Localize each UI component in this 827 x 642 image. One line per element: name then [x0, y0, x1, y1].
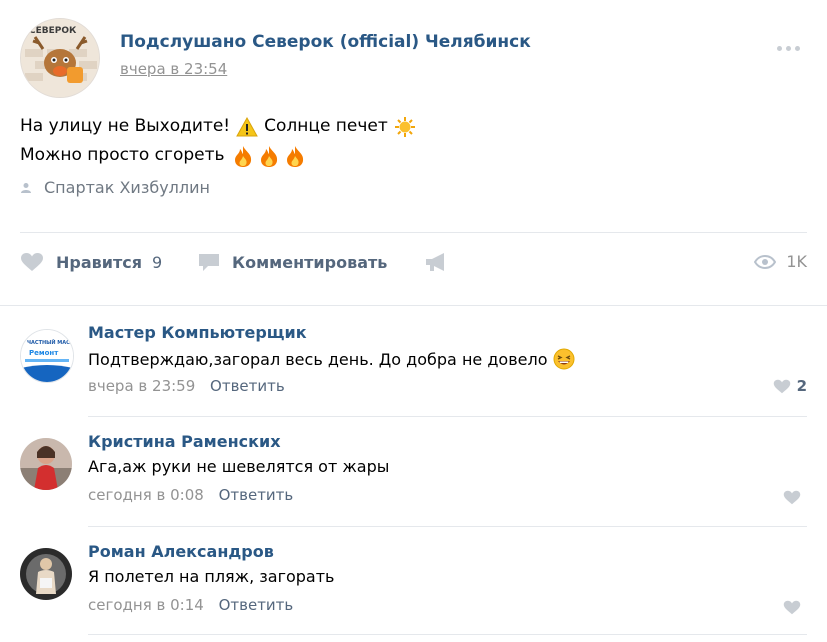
heart-icon [21, 253, 43, 271]
comment-text-row: Подтверждаю,загорал весь день. До добра … [88, 348, 575, 370]
comment-label: Комментировать [232, 252, 388, 272]
comment-time[interactable]: сегодня в 0:08 [88, 486, 204, 504]
heart-icon [783, 490, 801, 505]
heart-icon [783, 600, 801, 615]
post-signer[interactable]: Спартак Хизбуллин [20, 178, 210, 197]
comment-item: Кристина Раменских Ага,аж руки не шевеля… [20, 424, 807, 532]
group-avatar[interactable]: СЕВЕРОК [20, 18, 100, 98]
group-name-link[interactable]: Подслушано Северок (official) Челябинск [120, 32, 531, 52]
comment-avatar[interactable]: ЧАСТНЫЙ МАСТЕР Ремонт [20, 329, 74, 383]
share-button[interactable] [424, 252, 460, 272]
fire-icon [234, 145, 303, 167]
megaphone-icon [426, 253, 444, 271]
avatar-image [20, 438, 72, 490]
heart-icon [773, 379, 790, 393]
comment-button[interactable]: Комментировать [198, 252, 387, 272]
comment-item: Роман Александров Я полетел на пляж, заг… [20, 534, 807, 642]
post-text-line1b: Солнце печет [264, 116, 388, 136]
avatar-text-1: ЧАСТНЫЙ МАСТЕР [27, 338, 73, 346]
divider [20, 232, 807, 233]
comment-text: Я полетел на пляж, загорать [88, 567, 335, 586]
avatar-image: ЧАСТНЫЙ МАСТЕР Ремонт [21, 330, 73, 382]
comment-author[interactable]: Роман Александров [88, 542, 274, 561]
divider [88, 416, 807, 417]
comment-avatar[interactable] [20, 548, 72, 600]
sun-icon [394, 116, 415, 137]
comment-time[interactable]: сегодня в 0:14 [88, 596, 204, 614]
comment-item: ЧАСТНЫЙ МАСТЕР Ремонт Мастер Компьютерщи… [20, 315, 807, 423]
signer-name: Спартак Хизбуллин [44, 178, 210, 197]
comment-text-row: Я полетел на пляж, загорать [88, 567, 334, 586]
comment-meta: вчера в 23:59 Ответить [88, 377, 285, 395]
group-avatar-image: СЕВЕРОК [21, 19, 99, 97]
warning-icon [236, 116, 258, 136]
eye-icon [754, 254, 777, 269]
comment-text-row: Ага,аж руки не шевелятся от жары [88, 457, 389, 476]
post-text-line2: Можно просто сгореть [20, 145, 225, 165]
post-header: СЕВЕРОК Подслушано Северок (official) Че… [20, 18, 807, 98]
comment-text: Подтверждаю,загорал весь день. До добра … [88, 349, 548, 369]
like-button[interactable]: Нравится 9 [20, 252, 162, 272]
comment-avatar[interactable] [20, 438, 72, 490]
comment-time[interactable]: вчера в 23:59 [88, 377, 195, 395]
views-counter: 1K [754, 252, 807, 271]
post-time-link[interactable]: вчера в 23:54 [120, 60, 227, 78]
like-label: Нравится [56, 252, 143, 272]
post-text: На улицу не Выходите! Солнце печет Можно… [20, 112, 416, 170]
comment-like-button[interactable] [783, 490, 807, 505]
comment-like-button[interactable]: 2 [773, 377, 807, 395]
divider [88, 526, 807, 527]
avatar-text-2: Ремонт [29, 349, 59, 357]
post-actions: Нравится 9 Комментировать 1K [20, 252, 807, 282]
laughing-emoji-icon [553, 348, 575, 370]
post-text-line1: На улицу не Выходите! [20, 116, 231, 136]
comment-meta: сегодня в 0:14 Ответить [88, 596, 293, 614]
comment-meta: сегодня в 0:08 Ответить [88, 486, 293, 504]
person-icon [21, 182, 31, 193]
comment-text: Ага,аж руки не шевелятся от жары [88, 457, 390, 476]
divider [0, 305, 827, 306]
comment-like-button[interactable] [783, 600, 807, 615]
reply-button[interactable]: Ответить [210, 377, 285, 395]
group-avatar-label: СЕВЕРОК [29, 26, 77, 36]
views-count: 1K [786, 252, 807, 271]
divider [88, 634, 807, 635]
reply-button[interactable]: Ответить [219, 486, 294, 504]
reply-button[interactable]: Ответить [219, 596, 294, 614]
more-icon[interactable] [777, 36, 807, 51]
comment-author[interactable]: Кристина Раменских [88, 432, 281, 451]
like-count: 9 [152, 252, 163, 272]
comment-like-count: 2 [796, 377, 807, 395]
comment-author[interactable]: Мастер Компьютерщик [88, 323, 307, 342]
comment-icon [199, 254, 219, 271]
avatar-image [20, 548, 72, 600]
